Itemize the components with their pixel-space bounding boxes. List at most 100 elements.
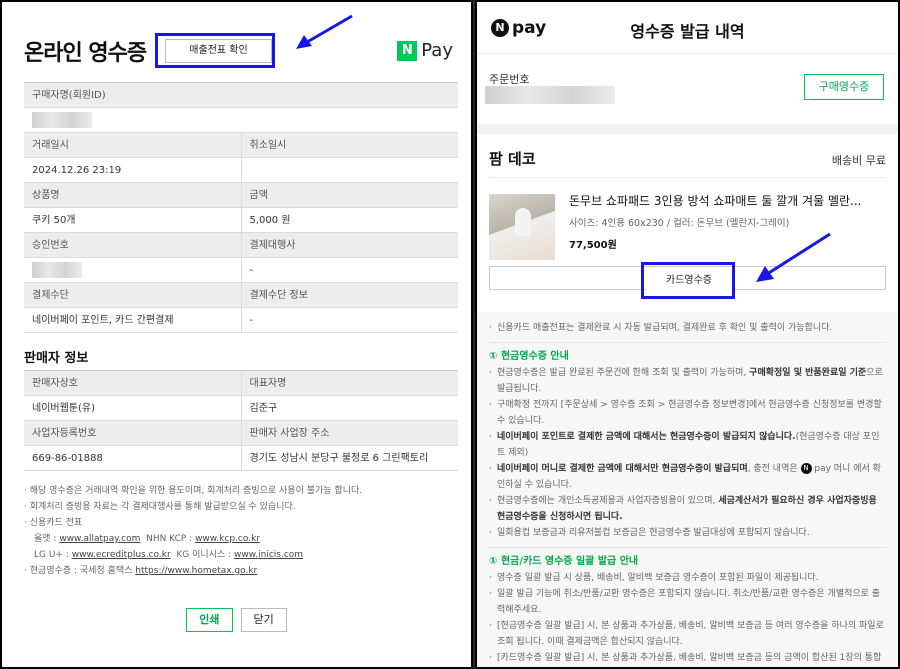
table-row [24,108,458,133]
kcp-prefix: NHN KCP : [146,534,196,544]
biz-no-label: 사업자등록번호 [32,428,97,439]
amount-label: 금액 [240,183,459,207]
receipt-guide: 신용카드 매출전표는 결제완료 시 자동 발급되며, 결제완료 후 확인 및 출… [477,312,898,667]
bulk-receipt-guide-title: ① 현금/카드 영수증 일괄 발급 안내 [489,556,639,567]
close-button[interactable]: 닫기 [240,608,287,632]
table-row: 구매자명(회원ID) [24,83,458,108]
order-number-label: 주문번호 [489,73,530,86]
table-row: 2024.12.26 23:19 [24,158,458,183]
kcp-link[interactable]: www.kcp.co.kr [195,534,260,544]
receipt-notes: · 해당 영수증은 거래내역 확인을 위한 용도이며, 회계처리 증빙으로 사용… [24,483,464,579]
purchase-receipt-button[interactable]: 구매영수증 [804,74,884,100]
highlight-box [641,262,735,299]
table-row: 네이버페이 포인트, 카드 간편결제 - [24,308,458,333]
npay-n-icon: N [397,40,418,61]
hometax-link[interactable]: https://www.hometax.go.kr [135,566,257,576]
kg-link[interactable]: www.inicis.com [234,550,303,560]
note-line: · 해당 영수증은 거래내역 확인을 위한 용도이며, 회계처리 증빙으로 사용… [24,486,363,496]
page-title: 온라인 영수증 [24,41,147,66]
note-line: · 회계처리 증빙용 자료는 각 결제대행사를 통해 발급받으실 수 있습니다. [24,502,296,512]
amount-value: 5,000 원 [240,208,459,232]
note-line: LG U+ : www.ecreditplus.co.kr KG 이니시스 : … [24,547,464,563]
buyer-value [24,108,458,132]
npay-logo: N Pay [397,40,453,61]
table-row: 쿠키 50개 5,000 원 [24,208,458,233]
redacted-order-number [485,86,615,104]
product-name[interactable]: 돈무브 쇼파패드 3인용 방석 쇼파매트 둘 깔개 겨울 멜란... [569,192,879,209]
guide-line: [카드영수증 일괄 발급] 시, 본 상품과 추가상품, 배송비, 알비백 보증… [489,650,886,667]
guide-line: 일회용컵 보증금과 리유저블컵 보증금은 현금영수증 발급대상에 포함되지 않습… [489,525,886,541]
npay-logo-text: Pay [421,40,453,61]
print-button[interactable]: 인쇄 [186,608,233,632]
receipt-history-header: N pay 영수증 발급 내역 [477,2,898,54]
product-label: 상품명 [32,190,60,201]
shop-section: 팜 데코 배송비 무료 돈무브 쇼파패드 3인용 방석 쇼파매트 둘 깔개 겨울… [477,134,898,322]
order-section: 주문번호 구매영수증 [477,54,898,124]
guide-line: 구매확정 전까지 [주문상세 > 영수증 조회 > 현금영수증 정보변경]에서 … [489,397,886,429]
lg-link[interactable]: www.ecreditplus.co.kr [72,550,171,560]
npay-n-icon: N [800,463,812,474]
page-title: 영수증 발급 내역 [630,22,745,41]
kg-prefix: KG 이니시스 : [176,550,235,560]
product-option: 사이즈: 4인용 60x230 / 컬러: 돈무브 (멜란지-그레이) [569,218,790,229]
guide-line: 네이버페이 포인트로 결제한 금액에 대해서는 현금영수증이 발급되지 않습니다… [489,429,886,461]
method-info-value: - [240,308,459,332]
seller-table: 판매자상호 대표자명 네이버웹툰(유) 김준구 사업자등록번호 판매자 사업장 … [24,370,458,471]
table-row: - [24,258,458,283]
table-row: 결제수단 결제수단 정보 [24,283,458,308]
guide-line: 영수증 일괄 발급 시 상품, 배송비, 알비백 보증금 영수증이 포함된 파일… [489,570,886,586]
shipping-fee: 배송비 무료 [831,154,886,167]
date-label: 거래일시 [32,140,69,151]
highlight-box [155,33,275,68]
guide-line: 현금영수증은 발급 완료된 주문건에 한해 조회 및 출력이 가능하며, 구매확… [489,365,886,397]
arrow-icon [296,14,353,49]
redacted-value [32,112,92,128]
redacted-value [32,262,82,278]
agent-label: 결제대행사 [240,233,459,257]
product-value: 쿠키 50개 [32,215,76,226]
screenshot-stage: 온라인 영수증 매출전표 확인 N Pay 구매자명(회원ID) 거래일시 취소… [0,0,900,669]
cancel-label: 취소일시 [240,133,459,157]
seller-name-label: 판매자상호 [32,378,78,389]
note-line: · 신용카드 전표 [24,518,83,528]
date-value: 2024.12.26 23:19 [32,165,122,176]
rep-value: 김준구 [240,396,459,420]
allat-link[interactable]: www.allatpay.com [59,534,140,544]
transaction-table: 구매자명(회원ID) 거래일시 취소일시 2024.12.26 23:19 상품… [24,82,458,333]
approval-label: 승인번호 [32,240,69,251]
guide-line: 현금영수증에는 개인소득공제용과 사업자증빙용이 있으며, 세금계산서가 필요하… [489,493,886,525]
table-row: 승인번호 결제대행사 [24,233,458,258]
lg-prefix: LG U+ : [34,550,72,560]
method-label: 결제수단 [32,290,69,301]
divider [489,177,886,178]
agent-value: - [240,258,459,282]
receipt-history-panel: N pay 영수증 발급 내역 주문번호 구매영수증 팜 데코 배송비 무료 돈… [475,0,900,669]
method-info-label: 결제수단 정보 [240,283,459,307]
divider [489,547,886,548]
allat-prefix: 올앳 : [34,534,60,544]
table-row: 상품명 금액 [24,183,458,208]
table-row: 판매자상호 대표자명 [24,371,458,396]
cash-receipt-guide-title: ① 현금영수증 안내 [489,351,569,362]
address-value: 경기도 성남시 분당구 불정로 6 그린팩토리 [240,446,459,470]
table-row: 네이버웹툰(유) 김준구 [24,396,458,421]
seller-section-title: 판매자 정보 [24,351,89,366]
method-value: 네이버페이 포인트, 카드 간편결제 [32,315,174,326]
guide-line: 신용카드 매출전표는 결제완료 시 자동 발급되며, 결제완료 후 확인 및 출… [489,320,886,336]
biz-no-value: 669-86-01888 [32,453,103,464]
note-line: · 현금영수증 : 국세청 홈택스 https://www.hometax.go… [24,563,464,579]
buyer-label: 구매자명(회원ID) [32,90,106,101]
approval-value [24,258,241,282]
receipt-actions: 인쇄 닫기 [2,608,471,632]
product-thumbnail[interactable] [489,194,555,260]
guide-line: 네이버페이 머니로 결제한 금액에 대해서만 현금영수증이 발급되며, 충전 내… [489,461,886,493]
seller-name-value: 네이버웹툰(유) [32,403,96,414]
cancel-value [240,158,459,182]
cash-prefix: · 현금영수증 : 국세청 홈택스 [24,566,136,576]
arrow-icon [756,232,831,282]
table-row: 사업자등록번호 판매자 사업장 주소 [24,421,458,446]
receipt-header: 온라인 영수증 매출전표 확인 N Pay [2,2,471,80]
divider [489,342,886,343]
section-divider [477,124,898,134]
table-row: 669-86-01888 경기도 성남시 분당구 불정로 6 그린팩토리 [24,446,458,471]
